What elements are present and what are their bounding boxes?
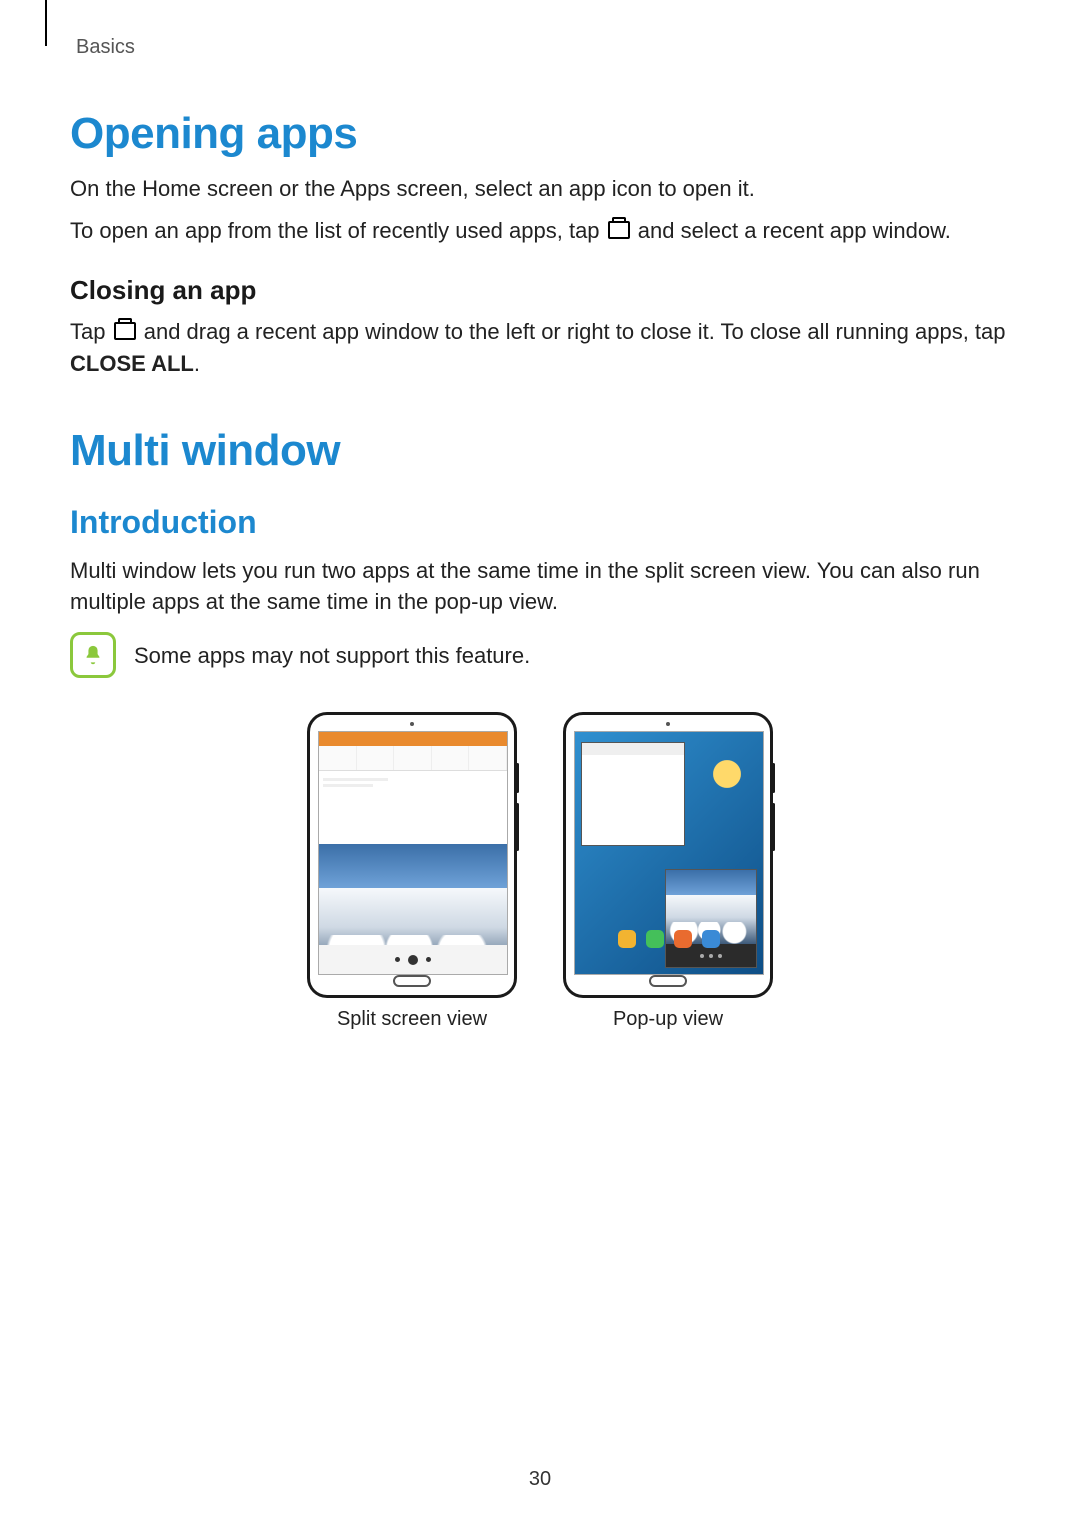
close-all-label: CLOSE ALL xyxy=(70,351,194,376)
page-number: 30 xyxy=(0,1468,1080,1491)
text-fragment: Tap xyxy=(70,319,112,344)
note-text: Some apps may not support this feature. xyxy=(134,640,530,672)
introduction-body: Multi window lets you run two apps at th… xyxy=(70,555,1010,619)
recent-apps-icon xyxy=(114,322,136,340)
closing-body: Tap and drag a recent app window to the … xyxy=(70,316,1010,380)
page-content: Basics Opening apps On the Home screen o… xyxy=(0,0,1080,1031)
tablet-mock-split xyxy=(307,712,517,998)
heading-introduction: Introduction xyxy=(70,504,1010,541)
recent-apps-icon xyxy=(608,221,630,239)
opening-body-1: On the Home screen or the Apps screen, s… xyxy=(70,173,1010,205)
figure-popup-view: Pop-up view xyxy=(563,712,773,1031)
caption-split-screen: Split screen view xyxy=(337,1008,487,1031)
note-callout: Some apps may not support this feature. xyxy=(70,632,1010,682)
section-breadcrumb: Basics xyxy=(76,36,1010,59)
margin-rule xyxy=(45,0,47,46)
note-bell-icon xyxy=(70,632,116,678)
figure-row: Split screen view xyxy=(70,712,1010,1031)
weather-widget-icon xyxy=(711,758,751,798)
caption-popup-view: Pop-up view xyxy=(613,1008,723,1031)
text-fragment: and drag a recent app window to the left… xyxy=(144,319,1006,344)
tablet-mock-popup xyxy=(563,712,773,998)
text-fragment: To open an app from the list of recently… xyxy=(70,218,606,243)
popup-window-1 xyxy=(581,742,685,846)
figure-split-screen: Split screen view xyxy=(307,712,517,1031)
popup-window-2 xyxy=(665,869,757,968)
text-fragment: and select a recent app window. xyxy=(638,218,951,243)
heading-closing-an-app: Closing an app xyxy=(70,275,1010,306)
opening-body-2: To open an app from the list of recently… xyxy=(70,215,1010,247)
home-app-row xyxy=(575,930,763,948)
text-fragment: . xyxy=(194,351,200,376)
heading-opening-apps: Opening apps xyxy=(70,109,1010,159)
heading-multi-window: Multi window xyxy=(70,426,1010,476)
